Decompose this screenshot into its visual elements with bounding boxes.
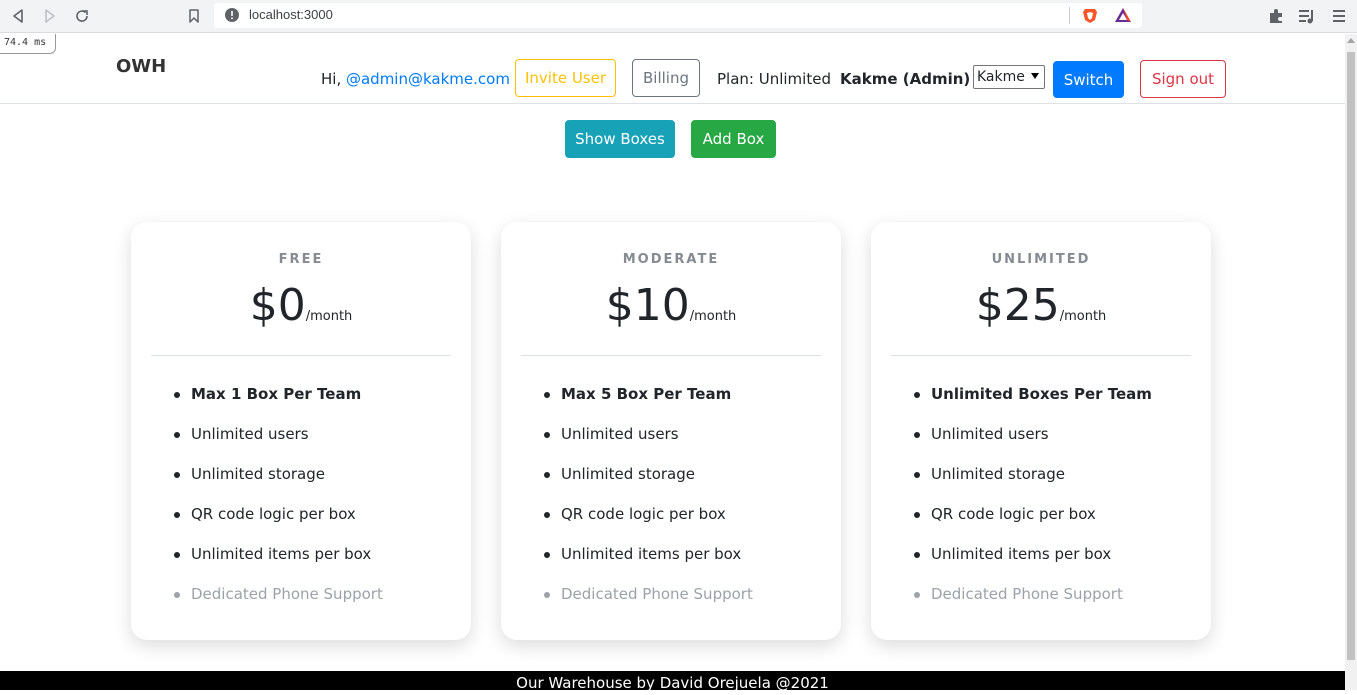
feature-item: Unlimited users <box>174 424 383 464</box>
back-icon[interactable] <box>7 5 29 27</box>
price-period: /month <box>689 309 737 324</box>
page-scrollbar[interactable] <box>1345 34 1357 690</box>
render-timing-badge: 74.4 ms <box>0 34 56 54</box>
feature-item: Unlimited storage <box>544 464 753 504</box>
price-amount: $25 <box>975 280 1060 331</box>
team-select[interactable]: Kakme <box>973 65 1045 89</box>
plan-price: $0/month <box>131 280 471 331</box>
address-bar[interactable]: localhost:3000 <box>214 3 1142 28</box>
scroll-up-icon[interactable] <box>1347 38 1355 43</box>
plan-label: Plan: Unlimited <box>717 70 831 88</box>
feature-item: QR code logic per box <box>174 504 383 544</box>
invite-user-button[interactable]: Invite User <box>515 59 616 97</box>
plan-card-free: FREE $0/month Max 1 Box Per Team Unlimit… <box>131 222 471 640</box>
plan-price: $25/month <box>871 280 1211 331</box>
feature-list: Max 5 Box Per Team Unlimited users Unlim… <box>544 384 753 624</box>
feature-item-unavailable: Dedicated Phone Support <box>174 584 383 624</box>
plan-card-moderate: MODERATE $10/month Max 5 Box Per Team Un… <box>501 222 841 640</box>
plan-card-unlimited: UNLIMITED $25/month Unlimited Boxes Per … <box>871 222 1211 640</box>
show-boxes-button[interactable]: Show Boxes <box>565 120 675 158</box>
extensions-icon[interactable] <box>1267 7 1285 25</box>
user-greeting: Hi, @admin@kakme.com <box>321 70 510 88</box>
url-text[interactable]: localhost:3000 <box>249 7 333 22</box>
plan-price: $10/month <box>501 280 841 331</box>
billing-button[interactable]: Billing <box>632 59 700 97</box>
price-period: /month <box>305 309 353 324</box>
feature-item-unavailable: Dedicated Phone Support <box>914 584 1152 624</box>
feature-item: Unlimited users <box>544 424 753 464</box>
feature-item: Max 5 Box Per Team <box>544 384 753 424</box>
price-amount: $0 <box>249 280 306 331</box>
page-footer: Our Warehouse by David Orejuela @2021 <box>0 671 1345 692</box>
sign-out-button[interactable]: Sign out <box>1140 60 1226 98</box>
plan-title: MODERATE <box>622 252 720 267</box>
feature-list: Unlimited Boxes Per Team Unlimited users… <box>914 384 1152 624</box>
price-amount: $10 <box>605 280 690 331</box>
url-divider <box>1069 7 1070 24</box>
app-navbar: OWH Hi, @admin@kakme.com Invite User Bil… <box>0 34 1345 104</box>
feature-item: Unlimited storage <box>174 464 383 504</box>
feature-list: Max 1 Box Per Team Unlimited users Unlim… <box>174 384 383 624</box>
feature-item-unavailable: Dedicated Phone Support <box>544 584 753 624</box>
reload-icon[interactable] <box>71 5 93 27</box>
browser-toolbar: localhost:3000 <box>0 0 1357 33</box>
card-divider <box>151 355 451 356</box>
plan-title: FREE <box>278 252 324 267</box>
add-box-button[interactable]: Add Box <box>691 120 776 158</box>
feature-item: QR code logic per box <box>914 504 1152 544</box>
switch-team-button[interactable]: Switch <box>1053 61 1124 98</box>
feature-item: Unlimited Boxes Per Team <box>914 384 1152 424</box>
feature-item: QR code logic per box <box>544 504 753 544</box>
team-label: Kakme (Admin) <box>840 70 971 88</box>
card-divider <box>521 355 821 356</box>
brave-rewards-icon[interactable] <box>1114 7 1132 24</box>
feature-item: Unlimited items per box <box>914 544 1152 584</box>
bookmark-icon[interactable] <box>183 5 205 27</box>
feature-item: Max 1 Box Per Team <box>174 384 383 424</box>
plan-title: UNLIMITED <box>991 252 1091 267</box>
price-period: /month <box>1059 309 1107 324</box>
feature-item: Unlimited users <box>914 424 1152 464</box>
scroll-thumb[interactable] <box>1347 52 1355 660</box>
user-email-link[interactable]: @admin@kakme.com <box>346 70 510 88</box>
menu-icon[interactable] <box>1330 7 1348 25</box>
site-info-icon[interactable] <box>224 7 240 23</box>
brand-logo[interactable]: OWH <box>116 56 166 77</box>
feature-item: Unlimited storage <box>914 464 1152 504</box>
card-divider <box>891 355 1191 356</box>
team-select-value: Kakme <box>977 69 1025 85</box>
feature-item: Unlimited items per box <box>544 544 753 584</box>
forward-icon[interactable] <box>39 5 61 27</box>
playlist-icon[interactable] <box>1298 7 1316 25</box>
feature-item: Unlimited items per box <box>174 544 383 584</box>
greeting-prefix: Hi, <box>321 70 346 88</box>
chevron-down-icon <box>1031 73 1039 79</box>
brave-shields-icon[interactable] <box>1082 7 1098 24</box>
